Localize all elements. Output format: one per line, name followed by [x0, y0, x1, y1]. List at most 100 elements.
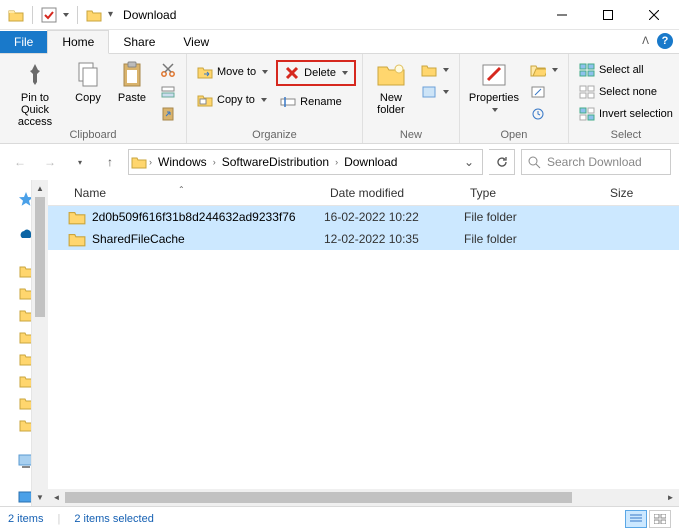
edit-button[interactable] [526, 82, 562, 102]
select-all-button[interactable]: Select all [575, 60, 677, 80]
column-date[interactable]: Date modified [324, 186, 464, 200]
breadcrumb-segment[interactable]: Download [340, 155, 401, 169]
search-placeholder: Search Download [547, 155, 642, 169]
forward-button[interactable]: → [38, 150, 62, 174]
file-row[interactable]: 2d0b509f616f31b8d244632ad9233f7616-02-20… [48, 206, 679, 228]
minimize-button[interactable] [539, 0, 585, 30]
scissors-icon [160, 62, 176, 78]
delete-button[interactable]: Delete [280, 63, 352, 83]
paste-shortcut-icon [160, 106, 176, 122]
folder-icon [86, 8, 102, 22]
status-bar: 2 items | 2 items selected [0, 506, 679, 530]
qat-overflow-icon[interactable]: ▾ [108, 9, 113, 20]
status-item-count: 2 items [8, 513, 43, 525]
sort-indicator-icon: ⌃ [178, 185, 185, 194]
paste-button[interactable]: Paste [112, 58, 152, 104]
copy-path-icon [160, 84, 176, 100]
column-name[interactable]: Name⌃ [68, 186, 324, 200]
open-button[interactable] [526, 60, 562, 80]
pin-to-quick-access-button[interactable]: Pin to Quick access [6, 58, 64, 128]
delete-button-highlighted: Delete [276, 60, 356, 86]
copy-to-button[interactable]: Copy to [193, 90, 272, 110]
group-label-select: Select [569, 129, 679, 143]
tab-view[interactable]: View [169, 31, 223, 53]
quick-access-toolbar: ▾ [2, 6, 113, 24]
pin-icon [19, 60, 51, 90]
title-bar: ▾ Download [0, 0, 679, 30]
file-name: 2d0b509f616f31b8d244632ad9233f76 [92, 210, 324, 224]
back-button[interactable]: ← [8, 150, 32, 174]
file-date: 12-02-2022 10:35 [324, 232, 464, 246]
qat-dropdown-icon[interactable] [63, 13, 69, 17]
status-selected-count: 2 items selected [74, 513, 153, 525]
file-name: SharedFileCache [92, 232, 324, 246]
rename-button[interactable]: Rename [276, 92, 356, 112]
ribbon-collapse-icon[interactable]: ᐱ [642, 36, 649, 47]
copy-button[interactable]: Copy [68, 58, 108, 104]
new-item-button[interactable] [417, 60, 453, 80]
history-icon [530, 106, 546, 122]
paste-shortcut-button[interactable] [156, 104, 180, 124]
details-view-button[interactable] [625, 510, 647, 528]
ribbon-tabs: File Home Share View ᐱ ? [0, 30, 679, 54]
content-area: ▲▼ Name⌃ Date modified Type Size 2d0b509… [0, 180, 679, 506]
invert-selection-icon [579, 106, 595, 122]
recent-locations-button[interactable]: ▾ [68, 150, 92, 174]
new-folder-button[interactable]: New folder [369, 58, 413, 116]
select-none-icon [579, 84, 595, 100]
column-type[interactable]: Type [464, 186, 604, 200]
copy-to-icon [197, 92, 213, 108]
properties-icon [478, 60, 510, 90]
group-new: New folder New [363, 54, 460, 143]
easy-access-button[interactable] [417, 82, 453, 102]
tab-home[interactable]: Home [47, 30, 109, 54]
checkbox-icon[interactable] [41, 7, 57, 23]
group-label-clipboard: Clipboard [0, 129, 186, 143]
copy-path-button[interactable] [156, 82, 180, 102]
group-label-new: New [363, 129, 459, 143]
invert-selection-button[interactable]: Invert selection [575, 104, 677, 124]
file-date: 16-02-2022 10:22 [324, 210, 464, 224]
group-label-open: Open [460, 129, 568, 143]
group-label-organize: Organize [187, 129, 362, 143]
search-input[interactable]: Search Download [521, 149, 671, 175]
folder-icon [68, 209, 86, 225]
address-bar[interactable]: › Windows› SoftwareDistribution› Downloa… [128, 149, 483, 175]
horizontal-scrollbar[interactable]: ◄► [48, 489, 679, 506]
thumbnails-view-button[interactable] [649, 510, 671, 528]
history-button[interactable] [526, 104, 562, 124]
folder-icon [68, 231, 86, 247]
help-icon[interactable]: ? [657, 33, 673, 49]
file-type: File folder [464, 210, 604, 224]
group-open: Properties Open [460, 54, 569, 143]
edit-icon [530, 84, 546, 100]
breadcrumb-segment[interactable]: Windows [154, 155, 211, 169]
rename-icon [280, 94, 296, 110]
select-none-button[interactable]: Select none [575, 82, 677, 102]
address-dropdown-icon[interactable]: ⌄ [458, 155, 480, 169]
navigation-bar: ← → ▾ ↑ › Windows› SoftwareDistribution›… [0, 144, 679, 180]
refresh-button[interactable] [489, 149, 515, 175]
select-all-icon [579, 62, 595, 78]
group-select: Select all Select none Invert selection … [569, 54, 679, 143]
new-folder-icon [375, 60, 407, 90]
sidebar-scrollbar[interactable]: ▲▼ [31, 180, 48, 506]
file-type: File folder [464, 232, 604, 246]
maximize-button[interactable] [585, 0, 631, 30]
up-button[interactable]: ↑ [98, 150, 122, 174]
column-size[interactable]: Size [604, 186, 664, 200]
file-list-pane: Name⌃ Date modified Type Size 2d0b509f61… [48, 180, 679, 506]
move-to-icon [197, 64, 213, 80]
column-headers: Name⌃ Date modified Type Size [48, 180, 679, 206]
close-button[interactable] [631, 0, 677, 30]
group-clipboard: Pin to Quick access Copy Paste Clipboard [0, 54, 187, 143]
breadcrumb-segment[interactable]: SoftwareDistribution [218, 155, 333, 169]
file-row[interactable]: SharedFileCache12-02-2022 10:35File fold… [48, 228, 679, 250]
tab-share[interactable]: Share [109, 31, 169, 53]
folder-icon [131, 155, 147, 169]
tab-file[interactable]: File [0, 31, 47, 53]
properties-button[interactable]: Properties [466, 58, 522, 112]
ribbon: Pin to Quick access Copy Paste Clipboard… [0, 54, 679, 144]
cut-button[interactable] [156, 60, 180, 80]
move-to-button[interactable]: Move to [193, 62, 272, 82]
